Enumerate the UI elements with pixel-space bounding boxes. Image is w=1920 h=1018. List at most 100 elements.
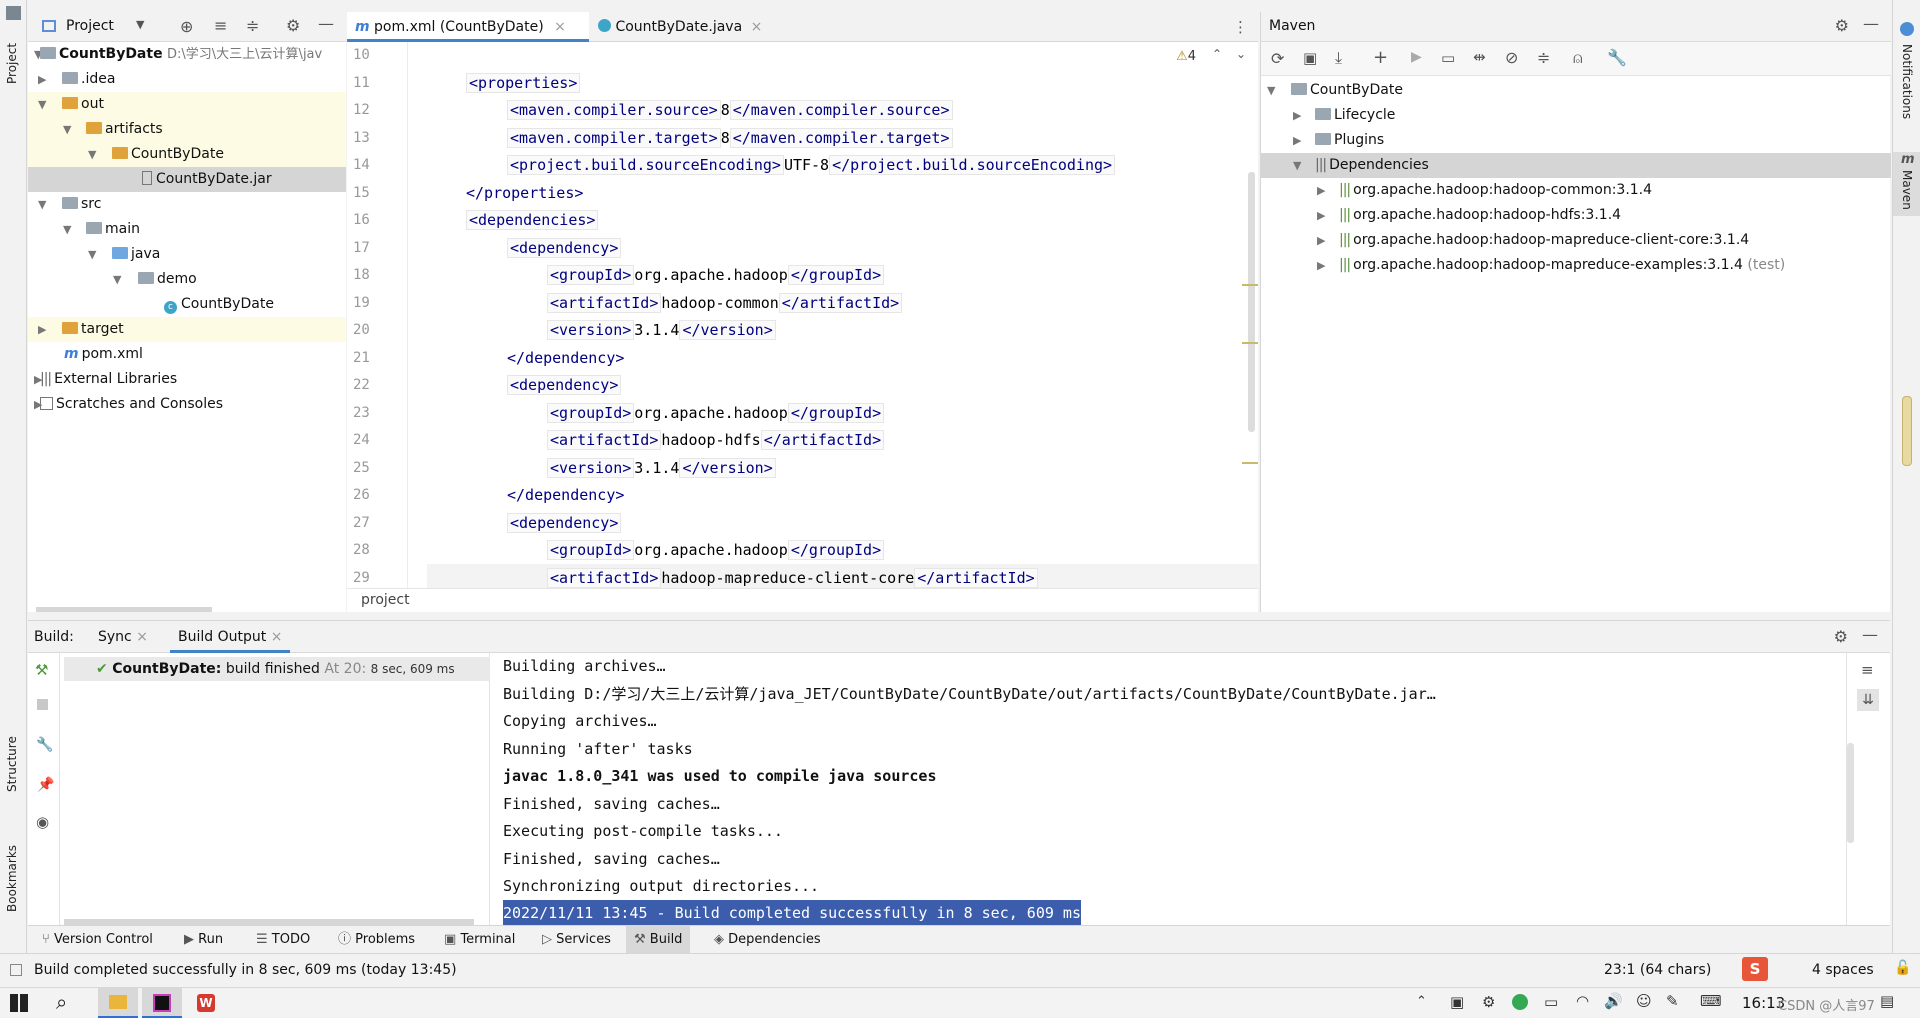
keyboard-icon[interactable]: ⌨ [1700, 992, 1722, 1010]
minimize-icon[interactable]: — [318, 14, 334, 33]
terminal-tab[interactable]: ▣ Terminal [444, 926, 515, 954]
gear-icon[interactable]: ⚙ [1835, 16, 1849, 35]
tab-pom-xml[interactable]: m pom.xml (CountByDate) × [347, 12, 589, 42]
tree-item-idea[interactable]: ▶ .idea [28, 67, 346, 92]
close-icon[interactable]: × [554, 19, 566, 35]
volume-icon[interactable]: 🔊 [1604, 992, 1623, 1010]
chevron-down-icon[interactable]: ▼ [136, 18, 144, 31]
maven-dependency-item[interactable]: ▶ ||| org.apache.hadoop:hadoop-common:3.1… [1261, 178, 1891, 203]
lock-icon[interactable]: 🔓 [1894, 960, 1911, 976]
maven-item-lifecycle[interactable]: ▶ Lifecycle [1261, 103, 1891, 128]
tree-item-root[interactable]: ▼ CountByDate D:\学习\大三上\云计算\jav [28, 42, 346, 67]
eye-icon[interactable]: ◉ [36, 813, 49, 831]
tree-item-countbydate-artifact[interactable]: ▼ CountByDate [28, 142, 346, 167]
tray-settings-icon[interactable]: ⚙ [1482, 993, 1495, 1011]
add-icon[interactable]: + [1373, 47, 1388, 68]
next-highlight-icon[interactable]: ⌄ [1236, 47, 1246, 61]
reimport-folder-icon[interactable]: ▣ [1303, 49, 1317, 67]
stop-icon[interactable] [37, 699, 48, 710]
build-output-line-selected[interactable]: 2022/11/11 13:45 - Build completed succe… [503, 900, 1081, 926]
project-view-title[interactable]: Project [66, 18, 114, 34]
wrench-icon[interactable]: 🔧 [1607, 48, 1627, 67]
tray-user-icon[interactable]: ☺ [1636, 992, 1652, 1010]
build-tab[interactable]: ⚒ Build [626, 926, 691, 954]
warning-icon[interactable]: ⚠4 [1176, 49, 1196, 64]
dependencies-tab[interactable]: ◈ Dependencies [714, 926, 821, 954]
locate-icon[interactable]: ⊕ [180, 17, 193, 36]
download-icon[interactable]: ⤓ [1335, 48, 1342, 68]
maven-dependency-item[interactable]: ▶ ||| org.apache.hadoop:hadoop-mapreduce-… [1261, 228, 1891, 253]
gear-icon[interactable]: ⚙ [1834, 627, 1848, 646]
close-icon[interactable]: × [751, 19, 763, 35]
collapse-icon[interactable]: ≑ [1537, 48, 1550, 67]
version-control-tab[interactable]: ⑂ Version Control [42, 926, 153, 954]
file-explorer-icon[interactable] [98, 988, 138, 1018]
close-icon[interactable]: × [271, 629, 283, 645]
minimize-icon[interactable]: — [1863, 14, 1879, 33]
execute-goal-icon[interactable]: ▭ [1441, 49, 1455, 67]
status-toggle-icon[interactable] [10, 964, 22, 976]
maven-dependency-item[interactable]: ▶ ||| org.apache.hadoop:hadoop-hdfs:3.1.4 [1261, 203, 1891, 228]
maven-dependency-item[interactable]: ▶ ||| org.apache.hadoop:hadoop-mapreduce-… [1261, 253, 1891, 278]
reload-icon[interactable]: ⟳ [1271, 49, 1284, 68]
tree-item-target[interactable]: ▶ target [28, 317, 346, 342]
tree-item-main[interactable]: ▼ main [28, 217, 346, 242]
build-tree-item[interactable]: ✔ CountByDate: build finished At 20: 8 s… [64, 657, 490, 681]
tray-status-icon[interactable] [1512, 994, 1528, 1010]
tree-item-jar[interactable]: CountByDate.jar [28, 167, 346, 192]
maven-item-plugins[interactable]: ▶ Plugins [1261, 128, 1891, 153]
intellij-idea-icon[interactable] [142, 988, 182, 1018]
pen-icon[interactable]: ✎ [1666, 992, 1679, 1010]
battery-icon[interactable]: ▭ [1544, 993, 1558, 1011]
notifications-icon[interactable] [1900, 22, 1914, 36]
project-tool-tab[interactable]: Project [5, 24, 19, 84]
input-method-icon[interactable]: S [1742, 957, 1768, 981]
notification-center-icon[interactable]: ▤ [1880, 992, 1894, 1010]
collapse-all-icon[interactable]: ≑ [246, 16, 259, 35]
maven-root-item[interactable]: ▼ CountByDate [1261, 78, 1891, 103]
wifi-icon[interactable]: ◠ [1576, 992, 1589, 1010]
output-scrollbar[interactable] [1847, 743, 1854, 843]
tree-item-external-libraries[interactable]: ▶ ||| External Libraries [28, 367, 346, 392]
wrench-icon[interactable]: 🔧 [36, 737, 53, 753]
breadcrumb[interactable]: project [361, 592, 410, 608]
indent-setting[interactable]: 4 spaces [1812, 962, 1874, 978]
show-dependencies-icon[interactable]: ⍝ [1573, 48, 1583, 68]
pin-icon[interactable]: 📌 [37, 777, 54, 793]
windows-start-icon[interactable] [10, 994, 28, 1012]
soft-wrap-icon[interactable]: ≡ [1861, 661, 1874, 679]
todo-tab[interactable]: ☰ TODO [256, 926, 310, 954]
services-tab[interactable]: ▷ Services [542, 926, 611, 954]
maven-tool-tab[interactable]: Maven [1900, 170, 1914, 216]
chevron-up-icon[interactable]: ⌃ [1416, 994, 1427, 1009]
toggle-offline-icon[interactable]: ⇹ [1473, 48, 1486, 66]
tree-item-class[interactable]: c CountByDate [28, 292, 346, 317]
search-icon[interactable]: ⌕ [56, 990, 67, 1014]
structure-tool-tab[interactable]: Structure [5, 712, 19, 792]
tree-item-artifacts[interactable]: ▼ artifacts [28, 117, 346, 142]
editor-scrollbar[interactable] [1248, 172, 1255, 432]
problems-tab[interactable]: ⓘ Problems [338, 926, 415, 954]
close-icon[interactable]: × [136, 629, 148, 645]
hammer-icon[interactable]: ⚒ [35, 661, 48, 679]
tab-build-output[interactable]: Build Output × [170, 621, 291, 653]
tree-item-demo[interactable]: ▼ demo [28, 267, 346, 292]
maven-item-dependencies[interactable]: ▼ ||| Dependencies [1261, 153, 1891, 178]
scroll-to-end-icon[interactable]: ⇊ [1857, 689, 1879, 711]
horizontal-scrollbar[interactable] [36, 607, 212, 612]
tab-countbydate-java[interactable]: CountByDate.java × [590, 12, 790, 42]
more-tabs-icon[interactable]: ⋮ [1233, 18, 1248, 36]
wps-office-icon[interactable]: W [186, 988, 226, 1018]
prev-highlight-icon[interactable]: ⌃ [1212, 47, 1222, 61]
project-tool-icon[interactable] [6, 6, 21, 20]
bookmarks-tool-tab[interactable]: Bookmarks [5, 822, 19, 912]
expand-all-icon[interactable]: ≡ [214, 16, 227, 35]
gear-icon[interactable]: ⚙ [286, 16, 300, 35]
minimize-icon[interactable]: — [1862, 625, 1878, 644]
tray-app-icon[interactable]: ▣ [1450, 993, 1464, 1011]
tree-item-pom[interactable]: m pom.xml [28, 342, 346, 367]
tab-sync[interactable]: Sync × [98, 629, 148, 645]
caret-position[interactable]: 23:1 (64 chars) [1604, 962, 1711, 978]
tree-item-java[interactable]: ▼ java [28, 242, 346, 267]
skip-tests-icon[interactable]: ⊘ [1505, 48, 1518, 67]
